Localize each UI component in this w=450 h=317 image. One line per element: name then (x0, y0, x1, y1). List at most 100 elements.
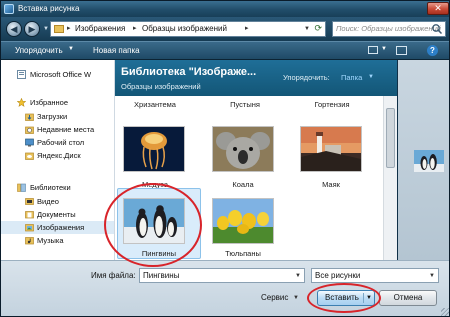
sidebar-item-music[interactable]: Музыка (1, 234, 114, 247)
sidebar-item-pictures[interactable]: Изображения (1, 221, 114, 234)
file-item-hydrangeas[interactable]: Гортензия (292, 100, 372, 109)
sidebar-item-label: Документы (37, 210, 76, 219)
chevron-down-icon[interactable]: ▼ (293, 295, 299, 301)
lighthouse-image (301, 127, 361, 171)
chevron-down-icon[interactable]: ▼ (381, 46, 387, 52)
arrange-by-label: Упорядочить: (283, 73, 330, 82)
sidebar-item-label: Изображения (37, 223, 85, 232)
preview-pane-icon[interactable] (396, 46, 407, 55)
file-name-value: Пингвины (143, 271, 180, 280)
jellyfish-image (124, 127, 184, 171)
pictures-icon (25, 224, 34, 232)
sidebar-item-label: Избранное (30, 98, 69, 107)
search-icon[interactable] (431, 23, 443, 35)
penguins-preview-image (414, 150, 444, 172)
libraries-icon (17, 183, 26, 192)
breadcrumb-item-pictures[interactable]: Изображения (75, 24, 125, 34)
library-header: Библиотека "Изображе... Образцы изображе… (115, 60, 397, 96)
documents-icon (25, 211, 34, 219)
tools-button[interactable]: Сервис (261, 293, 288, 303)
sidebar-item-desktop[interactable]: Рабочий стол (1, 136, 114, 149)
address-bar: ◀ ▶ ▼ ▸ Изображения ▸ Образцы изображени… (1, 17, 449, 41)
recent-places-icon (25, 126, 34, 134)
preview-pane (398, 60, 449, 260)
recent-pages-dropdown-icon[interactable]: ▼ (43, 26, 49, 32)
lighthouse-thumbnail[interactable] (300, 126, 362, 172)
sidebar-item-yandex-disk[interactable]: Яндекс.Диск (1, 149, 114, 162)
sidebar-item-recent-places[interactable]: Недавние места (1, 123, 114, 136)
back-button[interactable]: ◀ (6, 21, 22, 37)
sidebar-item-downloads[interactable]: Загрузки (1, 110, 114, 123)
sidebar-item-favorites[interactable]: Избранное (1, 96, 114, 109)
tulips-image (213, 199, 273, 243)
views-icon[interactable] (368, 46, 378, 54)
title-bar[interactable]: Вставка рисунка ✕ (1, 1, 449, 17)
chevron-down-icon[interactable]: ▼ (295, 271, 301, 281)
breadcrumb[interactable]: ▸ Изображения ▸ Образцы изображений ▸ ▼ … (50, 21, 326, 37)
cloud-icon (25, 152, 34, 160)
search-input[interactable]: Поиск: Образцы изображений (332, 21, 446, 37)
sidebar-item-label: Недавние места (37, 125, 95, 134)
koala-thumbnail[interactable] (212, 126, 274, 172)
file-item-desert[interactable]: Пустыня (205, 100, 285, 109)
address-dropdown-icon[interactable]: ▼ (304, 24, 310, 34)
downloads-icon (25, 113, 34, 121)
new-folder-button[interactable]: Новая папка (93, 45, 140, 56)
search-placeholder: Поиск: Образцы изображений (336, 24, 441, 33)
star-icon (17, 98, 26, 107)
video-icon (25, 198, 34, 205)
file-item-label-tulips[interactable]: Тюльпаны (203, 249, 283, 258)
library-title: Библиотека "Изображе... (121, 66, 257, 78)
chevron-down-icon[interactable]: ▼ (368, 74, 374, 80)
resize-grip[interactable] (441, 308, 449, 316)
sidebar-item-label: Рабочий стол (37, 138, 85, 147)
refresh-icon[interactable]: ⟳ (314, 23, 322, 34)
word-icon (17, 70, 26, 79)
arrange-by-dropdown[interactable]: Папка (341, 73, 362, 82)
chevron-right-icon[interactable]: ▸ (245, 24, 249, 34)
file-item-chrysanthemum[interactable]: Хризантема (115, 100, 195, 109)
file-item-label-lighthouse[interactable]: Маяк (291, 180, 371, 189)
insert-picture-dialog: Вставка рисунка ✕ ◀ ▶ ▼ ▸ Изображения ▸ … (0, 0, 450, 317)
scrollbar-thumb[interactable] (386, 108, 395, 168)
chevron-down-icon[interactable]: ▼ (429, 271, 435, 281)
breadcrumb-item-sample-pictures[interactable]: Образцы изображений (142, 24, 227, 34)
close-button[interactable]: ✕ (427, 2, 449, 15)
file-item-label-koala[interactable]: Коала (203, 180, 283, 189)
annotation-circle-insert (307, 283, 381, 313)
file-name-field[interactable]: Пингвины ▼ (139, 268, 305, 283)
bottom-panel: Имя файла: Пингвины ▼ Все рисунки ▼ Серв… (1, 260, 449, 316)
help-icon[interactable]: ? (427, 45, 438, 56)
sidebar-item-label: Microsoft Office W (30, 70, 92, 79)
sidebar-item-video[interactable]: Видео (1, 195, 114, 208)
file-type-select[interactable]: Все рисунки ▼ (311, 268, 439, 283)
cancel-button[interactable]: Отмена (379, 290, 437, 306)
forward-button[interactable]: ▶ (24, 21, 40, 37)
jellyfish-thumbnail[interactable] (123, 126, 185, 172)
sidebar-item-label: Видео (37, 197, 59, 206)
desktop-icon (25, 138, 34, 147)
annotation-circle-penguins (104, 183, 202, 267)
file-type-value: Все рисунки (315, 271, 361, 280)
sidebar-item-label: Яндекс.Диск (37, 151, 81, 160)
library-subtitle: Образцы изображений (121, 82, 201, 91)
organize-button[interactable]: Упорядочить (15, 45, 63, 56)
sidebar-item-label: Музыка (37, 236, 64, 245)
sidebar-item-documents[interactable]: Документы (1, 208, 114, 221)
file-name-label: Имя файла: (91, 271, 136, 280)
sidebar-item-office[interactable]: Microsoft Office W (1, 68, 114, 81)
chevron-right-icon[interactable]: ▸ (133, 24, 137, 34)
koala-image (213, 127, 273, 171)
music-icon (25, 237, 34, 245)
tulips-thumbnail[interactable] (212, 198, 274, 244)
sidebar-item-label: Библиотеки (30, 183, 71, 192)
app-icon (4, 4, 14, 14)
vertical-scrollbar[interactable] (383, 96, 397, 260)
window-title: Вставка рисунка (18, 4, 80, 13)
sidebar-item-label: Загрузки (37, 112, 68, 121)
command-bar: Упорядочить ▼ Новая папка ▼ ? (1, 41, 449, 60)
navigation-pane: Microsoft Office W Избранное Загрузки Не… (1, 60, 115, 260)
sidebar-item-libraries[interactable]: Библиотеки (1, 181, 114, 194)
chevron-right-icon[interactable]: ▸ (67, 24, 71, 34)
chevron-down-icon[interactable]: ▼ (68, 46, 74, 52)
